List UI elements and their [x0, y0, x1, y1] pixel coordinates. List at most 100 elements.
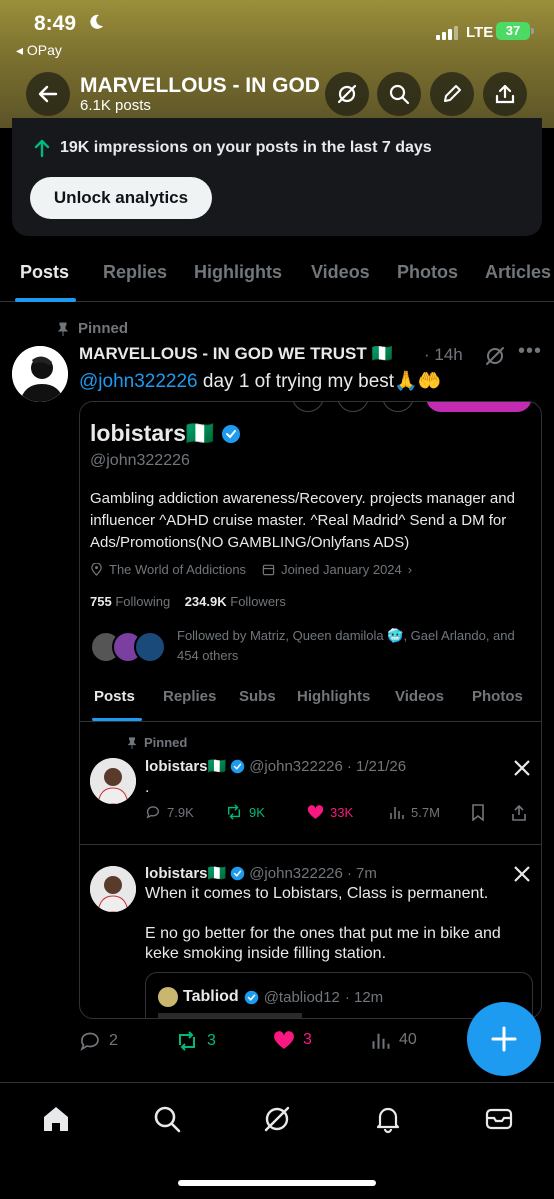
- feed-divider: [0, 1082, 554, 1083]
- embedded-bio: Gambling addiction awareness/Recovery. p…: [90, 490, 515, 551]
- embedded-tab-highlights: Highlights: [297, 688, 371, 705]
- repost-icon: [227, 804, 241, 820]
- view-count: 40: [399, 1031, 417, 1048]
- quote-time: · 12m: [344, 988, 384, 1006]
- embedded-pinned-indicator: Pinned: [126, 735, 187, 750]
- home-icon[interactable]: [41, 1104, 71, 1134]
- embedded-post-actions: 7.9K 9K 33K 5.7M: [145, 804, 535, 824]
- x-logo-icon: [514, 866, 530, 882]
- tab-highlights[interactable]: Highlights: [194, 262, 282, 283]
- embedded-post-date: · 1/21/26: [346, 757, 407, 775]
- grok-icon[interactable]: [484, 345, 506, 367]
- tab-replies[interactable]: Replies: [103, 262, 167, 283]
- impressions-summary: 19K impressions on your posts in the las…: [32, 138, 432, 158]
- pinned-indicator: Pinned: [56, 320, 128, 337]
- notifications-icon[interactable]: [373, 1104, 403, 1134]
- followed-by-text: Followed by Matriz, Queen damilola 🥶, Ga…: [177, 628, 515, 663]
- quote-header: Tabliod @tabliod12 · 12m: [158, 987, 383, 1007]
- embedded-profile-name: lobistars🇳🇬: [90, 420, 215, 446]
- embedded-follow-counts: 755 Following 234.9K Followers: [90, 594, 286, 609]
- share-icon: [495, 84, 515, 104]
- verified-badge-icon: [221, 424, 240, 443]
- tab-videos[interactable]: Videos: [311, 262, 370, 283]
- tab-photos[interactable]: Photos: [397, 262, 458, 283]
- reply-icon: [80, 1032, 99, 1051]
- active-tab-indicator: [15, 298, 76, 302]
- bookmark-icon: [472, 804, 484, 821]
- embedded-reply-count: 7.9K: [145, 804, 194, 820]
- tab-articles[interactable]: Articles: [485, 262, 551, 283]
- repost-icon: [179, 1031, 195, 1051]
- heart-icon: [307, 805, 324, 819]
- embed-partial-button: [292, 402, 324, 412]
- embedded-divider: [80, 844, 541, 845]
- x-logo-icon: [514, 760, 530, 776]
- follower-avatar: [134, 631, 166, 663]
- search-icon: [389, 84, 410, 105]
- embedded-post-avatar: [90, 866, 136, 912]
- embed-partial-button: [337, 402, 369, 412]
- verified-badge-icon: [230, 759, 245, 773]
- following-count: 755: [90, 594, 112, 609]
- embedded-repost-count: 9K: [225, 804, 265, 820]
- calendar-icon: [262, 564, 275, 576]
- share-icon: [512, 804, 526, 821]
- status-bar: 8:49 LTE 37: [0, 8, 554, 41]
- back-to-app-link[interactable]: ◂ OPay: [16, 42, 62, 59]
- post-mention[interactable]: @john322226: [79, 371, 198, 392]
- embedded-post-handle: @john322226: [249, 757, 343, 775]
- analytics-card: 19K impressions on your posts in the las…: [12, 118, 542, 236]
- embedded-tab-posts: Posts: [94, 688, 135, 705]
- reply-button[interactable]: 2: [79, 1030, 118, 1052]
- like-count: 3: [303, 1031, 312, 1048]
- embedded-tab-photos: Photos: [472, 688, 523, 705]
- location-icon: [91, 563, 102, 576]
- compose-post-button[interactable]: [467, 1002, 541, 1076]
- followers-count: 234.9K: [184, 594, 227, 609]
- views-button[interactable]: 40: [371, 1030, 417, 1050]
- moon-icon: [90, 14, 103, 29]
- embedded-tabs: Posts Replies Subs Highlights Videos Pho…: [80, 682, 541, 722]
- like-button[interactable]: 3: [273, 1030, 312, 1050]
- embedded-like-count: 33K: [307, 804, 353, 820]
- unlock-analytics-button[interactable]: Unlock analytics: [30, 177, 212, 219]
- reply-count: 2: [109, 1032, 118, 1049]
- like-count: 33K: [330, 804, 354, 820]
- more-options-icon[interactable]: •••: [518, 340, 542, 363]
- back-button[interactable]: [26, 72, 70, 116]
- following-label: Following: [115, 594, 171, 609]
- post-image[interactable]: lobistars🇳🇬 @john322226 Gambling addicti…: [79, 401, 542, 1019]
- grok-icon[interactable]: [262, 1104, 292, 1134]
- grok-button[interactable]: [325, 72, 369, 116]
- messages-icon[interactable]: [484, 1104, 514, 1134]
- embedded-post-line1: When it comes to Lobistars, Class is per…: [145, 885, 489, 902]
- battery-indicator: 37: [496, 22, 530, 40]
- edit-button[interactable]: [430, 72, 474, 116]
- embedded-post-handle: @john322226: [249, 864, 343, 882]
- battery-nub: [531, 28, 534, 34]
- post-timestamp: · 14h: [424, 345, 463, 364]
- tab-posts[interactable]: Posts: [20, 262, 69, 283]
- search-button[interactable]: [377, 72, 421, 116]
- quote-avatar: [158, 987, 178, 1007]
- repost-count: 3: [207, 1032, 216, 1049]
- embedded-location: The World of Addictions: [109, 562, 247, 577]
- profile-tabs: Posts Replies Highlights Videos Photos A…: [0, 250, 554, 302]
- status-time: 8:49: [34, 12, 77, 35]
- author-avatar[interactable]: [12, 346, 68, 402]
- post-author-name[interactable]: MARVELLOUS - IN GOD WE TRUST 🇳🇬: [79, 344, 393, 364]
- pin-icon: [127, 736, 137, 749]
- repost-button[interactable]: 3: [175, 1030, 216, 1052]
- embedded-meta: The World of Addictions Joined January 2…: [90, 562, 412, 577]
- embedded-post-time: · 7m: [346, 864, 377, 882]
- embedded-post-name: lobistars🇳🇬: [145, 758, 227, 775]
- views-icon: [372, 1033, 390, 1049]
- followers-label: Followers: [230, 594, 286, 609]
- share-button[interactable]: [483, 72, 527, 116]
- embedded-active-tab-indicator: [92, 718, 142, 721]
- embedded-post-line2: E no go better for the ones that put me …: [145, 925, 501, 962]
- search-icon[interactable]: [152, 1104, 182, 1134]
- embedded-post-text: .: [145, 779, 150, 796]
- embedded-post-header: lobistars🇳🇬 @john322226 · 7m: [145, 864, 377, 883]
- reply-count: 7.9K: [167, 804, 194, 820]
